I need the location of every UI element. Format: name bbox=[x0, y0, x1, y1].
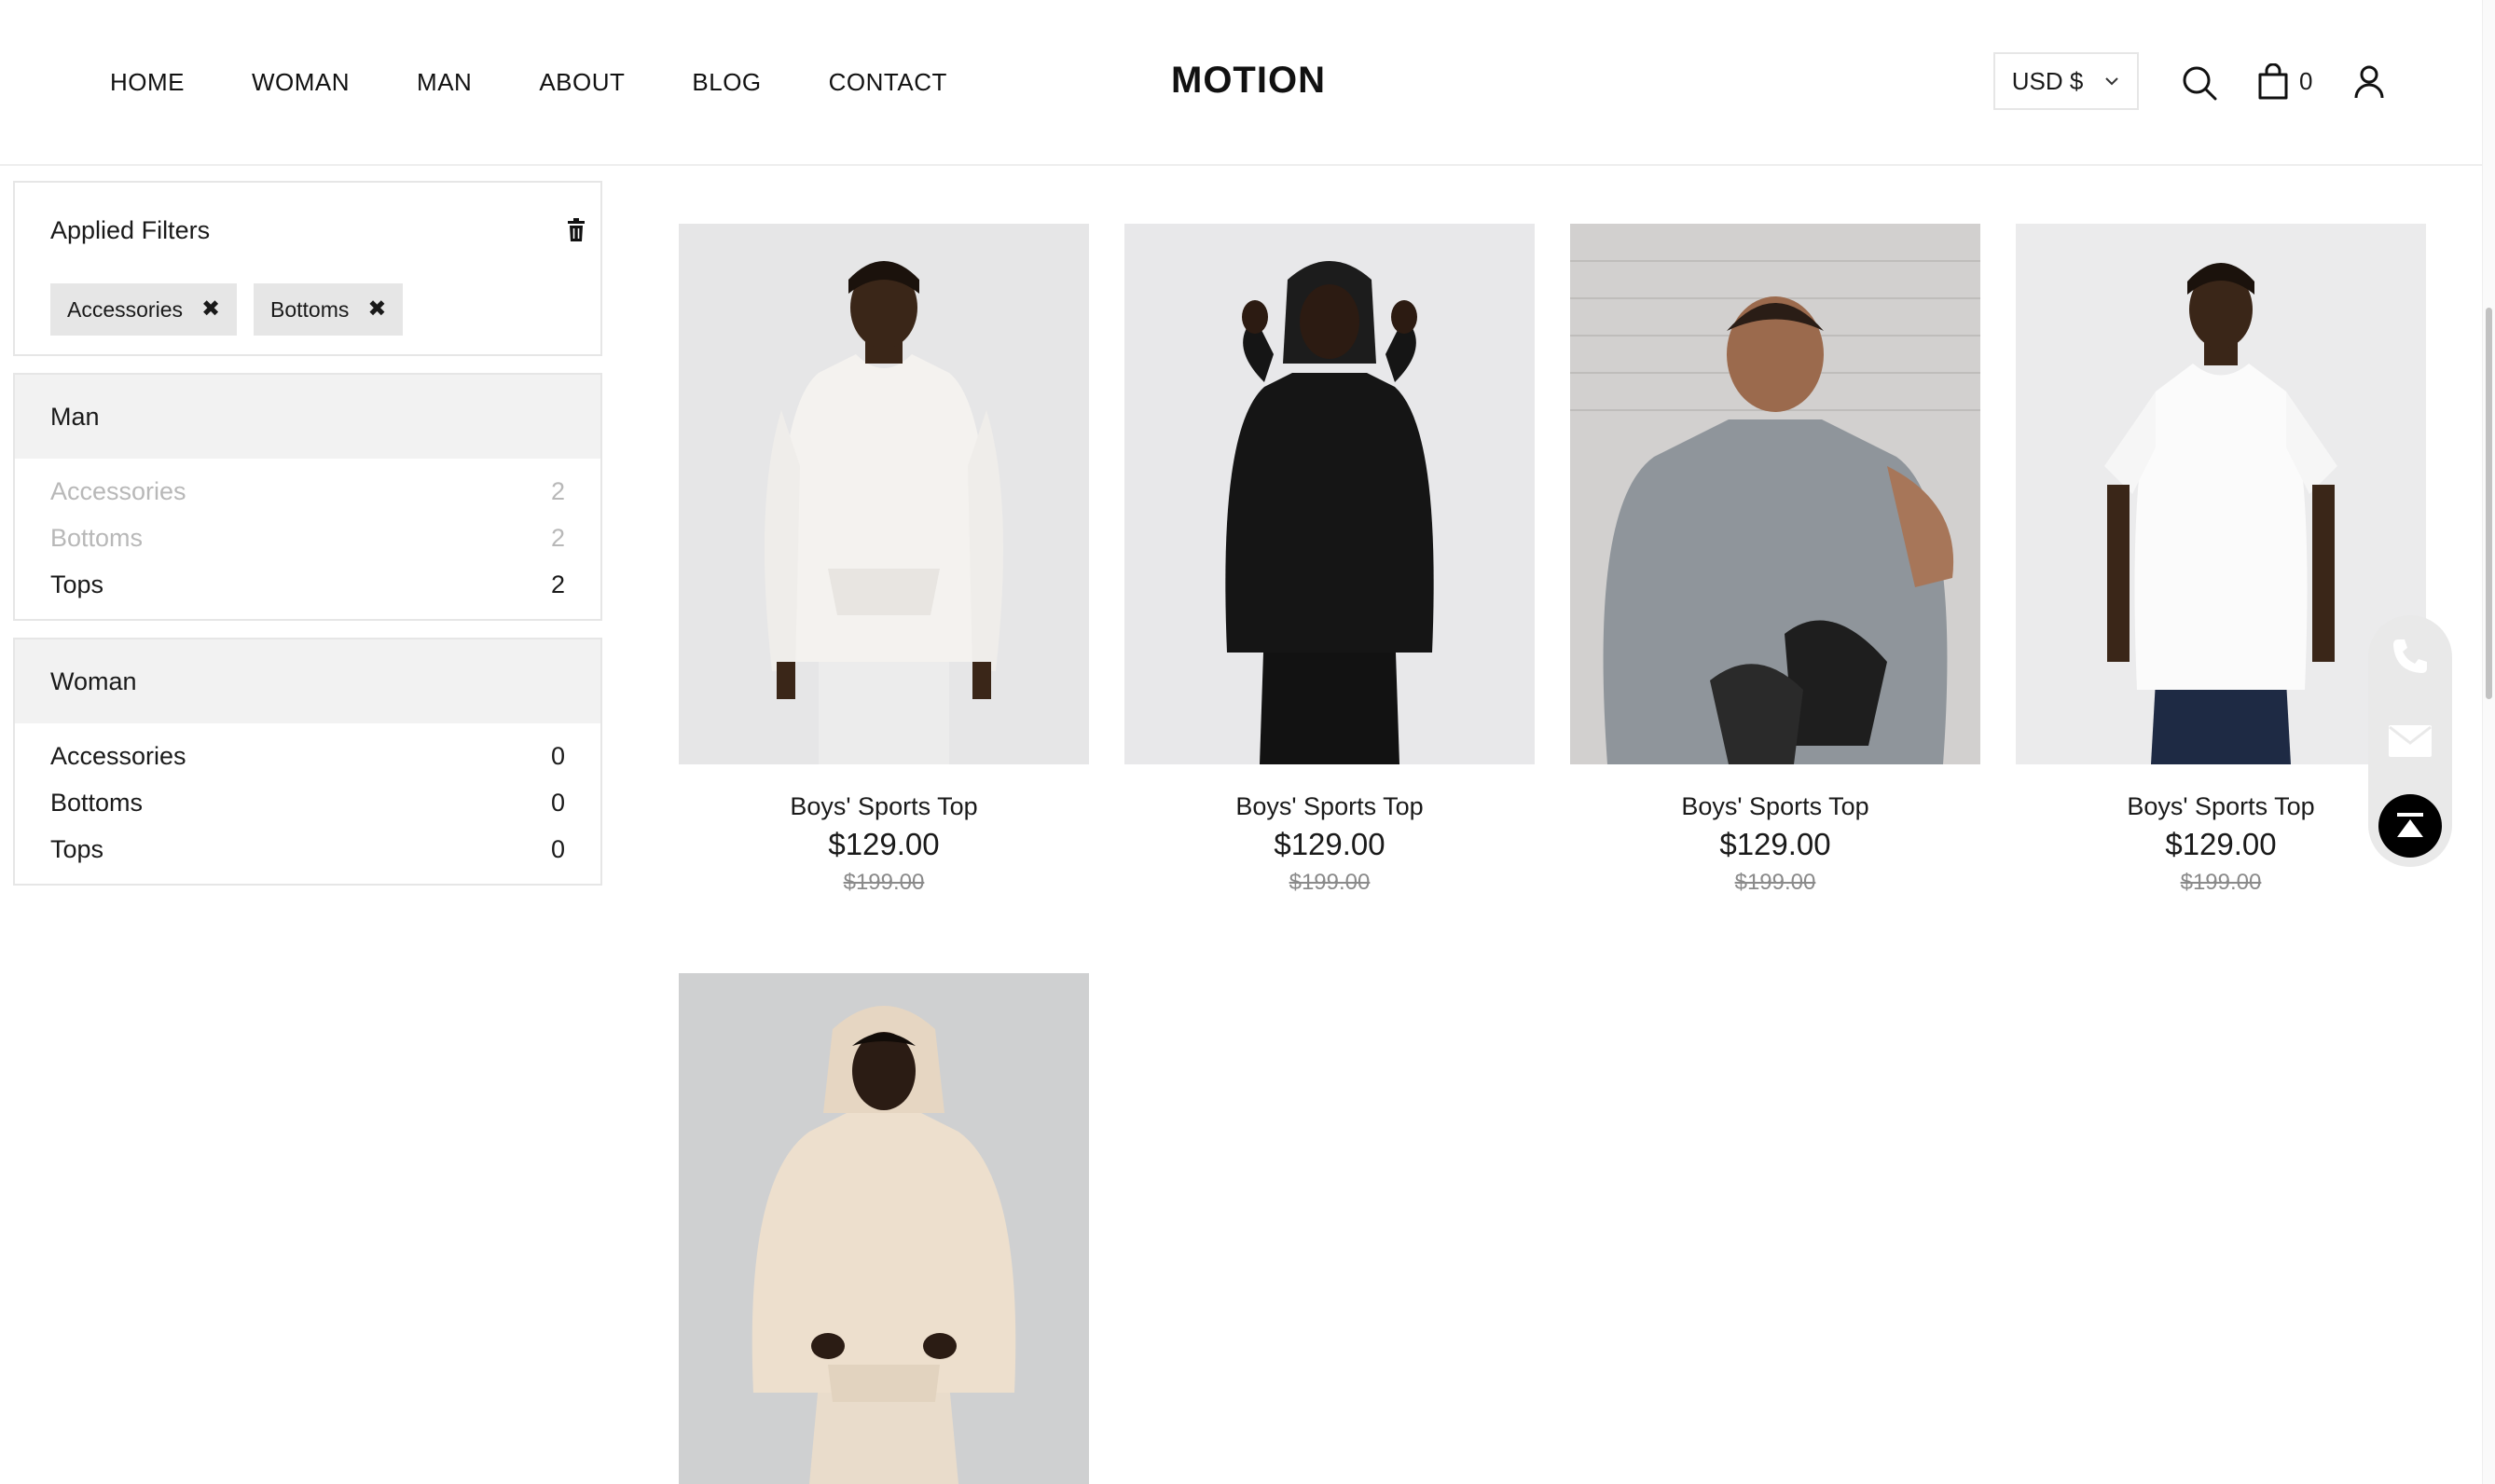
product-image[interactable] bbox=[679, 224, 1089, 764]
filter-group-man: Man Accessories 2 Bottoms 2 Tops 2 bbox=[13, 373, 602, 621]
mail-icon bbox=[2389, 725, 2432, 757]
nav-home[interactable]: HOME bbox=[110, 68, 185, 97]
filter-group-title[interactable]: Woman bbox=[15, 639, 600, 723]
phone-icon bbox=[2393, 639, 2427, 673]
nav-about[interactable]: ABOUT bbox=[539, 68, 625, 97]
scrollbar-track[interactable] bbox=[2482, 0, 2495, 1484]
product-photo bbox=[1124, 224, 1535, 764]
filter-option-label: Bottoms bbox=[50, 523, 144, 552]
product-old-price: $199.00 bbox=[2180, 870, 2262, 895]
search-icon[interactable] bbox=[2182, 65, 2217, 101]
back-to-top-button[interactable] bbox=[2378, 794, 2442, 858]
mail-button[interactable] bbox=[2378, 709, 2442, 773]
site-logo[interactable]: MOTION bbox=[1171, 60, 1326, 102]
product-photo bbox=[679, 973, 1089, 1484]
product-photo bbox=[679, 224, 1089, 764]
close-icon[interactable]: ✖ bbox=[367, 298, 386, 321]
filter-option[interactable]: Bottoms 2 bbox=[15, 515, 600, 561]
applied-filter-chip[interactable]: Accessories ✖ bbox=[50, 283, 238, 336]
product-name[interactable]: Boys' Sports Top bbox=[2016, 792, 2426, 821]
filter-option-label: Tops bbox=[50, 570, 104, 598]
product-name[interactable]: Boys' Sports Top bbox=[1124, 792, 1535, 821]
product-card[interactable] bbox=[679, 973, 1089, 1484]
floating-contact-widget bbox=[2368, 615, 2452, 867]
product-price: $129.00 bbox=[1719, 827, 1831, 861]
back-to-top-icon bbox=[2397, 813, 2423, 837]
filter-option[interactable]: Accessories 0 bbox=[15, 733, 600, 779]
product-old-price: $199.00 bbox=[1734, 870, 1816, 895]
cart-icon[interactable] bbox=[2256, 63, 2290, 101]
trash-icon[interactable] bbox=[565, 218, 587, 242]
product-image[interactable] bbox=[679, 973, 1089, 1484]
currency-value: USD $ bbox=[2011, 66, 2084, 95]
cart-count: 0 bbox=[2299, 67, 2313, 95]
product-price: $129.00 bbox=[1274, 827, 1385, 861]
applied-filter-chip[interactable]: Bottoms ✖ bbox=[254, 283, 404, 336]
filter-option-label: Bottoms bbox=[50, 788, 144, 817]
user-icon[interactable] bbox=[2353, 65, 2385, 99]
filter-option-count: 0 bbox=[550, 834, 565, 863]
applied-filters-panel: Applied Filters Accessories ✖ Bottoms ✖ bbox=[13, 181, 602, 356]
filter-option-label: Accessories bbox=[50, 741, 186, 770]
product-photo bbox=[1570, 224, 1980, 764]
product-old-price: $199.00 bbox=[843, 870, 925, 895]
product-card[interactable]: Boys' Sports Top $129.00 $199.00 bbox=[679, 224, 1089, 896]
filter-group-woman: Woman Accessories 0 Bottoms 0 Tops 0 bbox=[13, 638, 602, 886]
filter-option[interactable]: Accessories 2 bbox=[15, 468, 600, 515]
filter-option-count: 2 bbox=[550, 523, 565, 552]
product-image[interactable] bbox=[1570, 224, 1980, 764]
filter-option-count: 0 bbox=[550, 741, 565, 770]
chip-label: Bottoms bbox=[270, 296, 350, 322]
chevron-down-icon bbox=[2105, 77, 2118, 86]
nav-man[interactable]: MAN bbox=[417, 68, 472, 97]
product-old-price: $199.00 bbox=[1289, 870, 1371, 895]
filter-option-count: 2 bbox=[550, 476, 565, 505]
filter-option[interactable]: Bottoms 0 bbox=[15, 779, 600, 826]
scrollbar-thumb[interactable] bbox=[2486, 308, 2492, 699]
product-card[interactable]: Boys' Sports Top $129.00 $199.00 bbox=[1570, 224, 1980, 896]
filter-option-label: Tops bbox=[50, 834, 104, 863]
applied-filters-title: Applied Filters bbox=[50, 216, 211, 244]
filter-option-label: Accessories bbox=[50, 476, 186, 505]
site-header: HOME WOMAN MAN ABOUT BLOG CONTACT MOTION… bbox=[0, 0, 2482, 166]
filter-option[interactable]: Tops 0 bbox=[15, 826, 600, 873]
product-photo bbox=[2016, 224, 2426, 764]
filter-option-count: 0 bbox=[550, 788, 565, 817]
filter-option[interactable]: Tops 2 bbox=[15, 561, 600, 608]
currency-select[interactable]: USD $ bbox=[1993, 52, 2139, 110]
product-card[interactable]: Boys' Sports Top $129.00 $199.00 bbox=[2016, 224, 2426, 896]
filter-option-count: 2 bbox=[550, 570, 565, 598]
close-icon[interactable]: ✖ bbox=[201, 298, 220, 321]
phone-button[interactable] bbox=[2378, 625, 2442, 688]
product-price: $129.00 bbox=[2165, 827, 2277, 861]
chip-label: Accessories bbox=[67, 296, 183, 322]
nav-blog[interactable]: BLOG bbox=[692, 68, 761, 97]
product-name[interactable]: Boys' Sports Top bbox=[679, 792, 1089, 821]
product-card[interactable]: Boys' Sports Top $129.00 $199.00 bbox=[1124, 224, 1535, 896]
main-nav: HOME WOMAN MAN ABOUT BLOG CONTACT bbox=[110, 0, 947, 164]
product-price: $129.00 bbox=[828, 827, 940, 861]
filter-group-title[interactable]: Man bbox=[15, 375, 600, 459]
nav-woman[interactable]: WOMAN bbox=[252, 68, 350, 97]
product-image[interactable] bbox=[2016, 224, 2426, 764]
product-name[interactable]: Boys' Sports Top bbox=[1570, 792, 1980, 821]
product-image[interactable] bbox=[1124, 224, 1535, 764]
nav-contact[interactable]: CONTACT bbox=[829, 68, 947, 97]
